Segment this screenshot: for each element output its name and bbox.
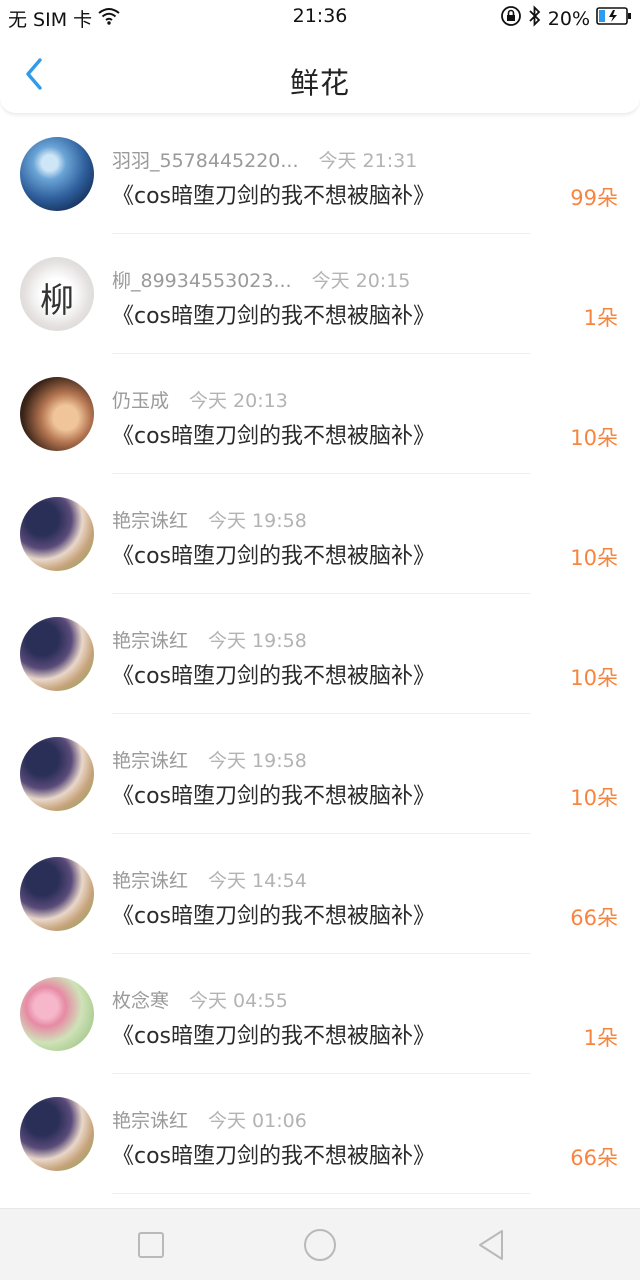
flower-count: 1朵 (583, 1026, 618, 1050)
item-time: 今天 14:54 (208, 870, 307, 892)
list-item[interactable]: 羽羽_5578445220... 今天 21:31 《cos暗堕刀剑的我不想被脑补… (0, 114, 640, 234)
list-item[interactable]: 柳 柳_89934553023... 今天 20:15 《cos暗堕刀剑的我不想被… (0, 234, 640, 354)
item-time: 今天 19:58 (208, 510, 307, 532)
list-item[interactable]: 艳宗诛红 今天 01:06 《cos暗堕刀剑的我不想被脑补》 66朵 (0, 1074, 640, 1194)
item-time: 今天 19:58 (208, 630, 307, 652)
user-name[interactable]: 柳_89934553023... (112, 270, 292, 292)
book-title[interactable]: 《cos暗堕刀剑的我不想被脑补》 (112, 538, 435, 570)
battery-icon (596, 7, 632, 30)
item-meta: 柳_89934553023... 今天 20:15 (112, 266, 410, 293)
item-meta: 羽羽_5578445220... 今天 21:31 (112, 146, 417, 173)
book-title[interactable]: 《cos暗堕刀剑的我不想被脑补》 (112, 178, 435, 210)
list-item[interactable]: 枚念寒 今天 04:55 《cos暗堕刀剑的我不想被脑补》 1朵 (0, 954, 640, 1074)
system-nav-bar (0, 1208, 640, 1280)
divider (112, 1193, 530, 1194)
book-title[interactable]: 《cos暗堕刀剑的我不想被脑补》 (112, 418, 435, 450)
flower-count: 66朵 (570, 906, 618, 930)
flower-count: 10朵 (570, 666, 618, 690)
flower-count: 10朵 (570, 426, 618, 450)
avatar[interactable]: 柳 (20, 257, 94, 331)
item-meta: 枚念寒 今天 04:55 (112, 986, 288, 1013)
bluetooth-icon (528, 5, 542, 32)
recents-button[interactable] (133, 1227, 169, 1263)
book-title[interactable]: 《cos暗堕刀剑的我不想被脑补》 (112, 898, 435, 930)
avatar[interactable] (20, 857, 94, 931)
avatar[interactable] (20, 977, 94, 1051)
user-name[interactable]: 艳宗诛红 (112, 1110, 188, 1132)
back-nav-button[interactable] (474, 1227, 510, 1263)
list-item[interactable]: 艳宗诛红 今天 14:54 《cos暗堕刀剑的我不想被脑补》 66朵 (0, 834, 640, 954)
item-time: 今天 19:58 (208, 750, 307, 772)
circle-icon (304, 1229, 336, 1261)
book-title[interactable]: 《cos暗堕刀剑的我不想被脑补》 (112, 298, 435, 330)
list-item[interactable]: 仍玉成 今天 20:13 《cos暗堕刀剑的我不想被脑补》 10朵 (0, 354, 640, 474)
item-time: 今天 20:15 (311, 270, 411, 292)
flower-count: 1朵 (583, 306, 618, 330)
flower-count: 99朵 (570, 186, 618, 210)
status-bar: 无 SIM 卡 21:36 20% (0, 0, 640, 34)
book-title[interactable]: 《cos暗堕刀剑的我不想被脑补》 (112, 1018, 435, 1050)
triangle-back-icon (479, 1230, 503, 1260)
square-icon (138, 1232, 164, 1258)
item-time: 今天 04:55 (189, 990, 288, 1012)
book-title[interactable]: 《cos暗堕刀剑的我不想被脑补》 (112, 778, 435, 810)
title-bar: 鲜花 (0, 34, 640, 114)
avatar[interactable] (20, 377, 94, 451)
home-button[interactable] (302, 1227, 338, 1263)
item-time: 今天 01:06 (208, 1110, 307, 1132)
user-name[interactable]: 艳宗诛红 (112, 630, 188, 652)
item-meta: 艳宗诛红 今天 19:58 (112, 506, 307, 533)
item-time: 今天 20:13 (189, 390, 288, 412)
item-meta: 仍玉成 今天 20:13 (112, 386, 288, 413)
item-meta: 艳宗诛红 今天 19:58 (112, 626, 307, 653)
flower-count: 10朵 (570, 786, 618, 810)
item-meta: 艳宗诛红 今天 01:06 (112, 1106, 307, 1133)
user-name[interactable]: 仍玉成 (112, 390, 169, 412)
avatar[interactable] (20, 1097, 94, 1171)
battery-percent: 20% (547, 7, 590, 30)
rotation-lock-icon (500, 5, 522, 32)
avatar[interactable] (20, 737, 94, 811)
list-item[interactable]: 艳宗诛红 今天 19:58 《cos暗堕刀剑的我不想被脑补》 10朵 (0, 594, 640, 714)
page-title: 鲜花 (289, 66, 350, 100)
flower-count: 10朵 (570, 546, 618, 570)
item-time: 今天 21:31 (318, 150, 418, 172)
item-meta: 艳宗诛红 今天 19:58 (112, 746, 307, 773)
avatar[interactable] (20, 137, 94, 211)
list-item[interactable]: 艳宗诛红 今天 19:58 《cos暗堕刀剑的我不想被脑补》 10朵 (0, 714, 640, 834)
user-name[interactable]: 艳宗诛红 (112, 510, 188, 532)
book-title[interactable]: 《cos暗堕刀剑的我不想被脑补》 (112, 1138, 435, 1170)
user-name[interactable]: 艳宗诛红 (112, 870, 188, 892)
item-meta: 艳宗诛红 今天 14:54 (112, 866, 307, 893)
avatar[interactable] (20, 497, 94, 571)
user-name[interactable]: 枚念寒 (112, 990, 169, 1012)
status-right: 20% (500, 5, 632, 32)
user-name[interactable]: 艳宗诛红 (112, 750, 188, 772)
list-item[interactable]: 艳宗诛红 今天 19:58 《cos暗堕刀剑的我不想被脑补》 10朵 (0, 474, 640, 594)
flower-count: 66朵 (570, 1146, 618, 1170)
flower-list: 羽羽_5578445220... 今天 21:31 《cos暗堕刀剑的我不想被脑补… (0, 114, 640, 1194)
book-title[interactable]: 《cos暗堕刀剑的我不想被脑补》 (112, 658, 435, 690)
avatar-text: 柳 (40, 281, 74, 321)
avatar[interactable] (20, 617, 94, 691)
user-name[interactable]: 羽羽_5578445220... (112, 150, 299, 172)
